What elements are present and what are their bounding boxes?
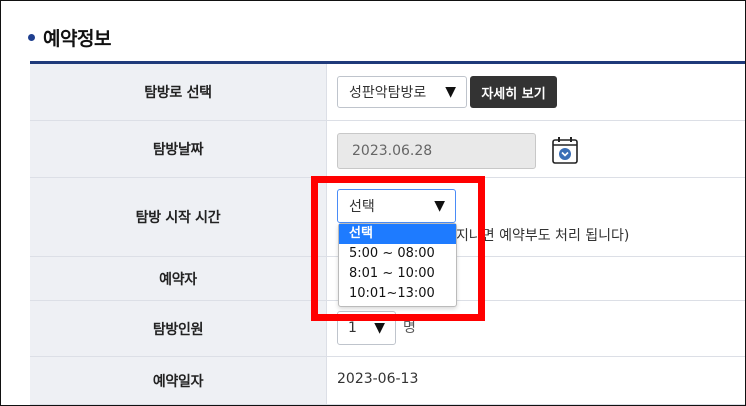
bullet-icon: [28, 33, 35, 41]
start-time-select[interactable]: 선택 ▼: [337, 189, 456, 223]
row-people: 탐방인원 1 ▼: [30, 301, 745, 357]
people-select[interactable]: 1 ▼: [337, 311, 396, 345]
route-label: 탐방로 선택: [30, 64, 327, 120]
row-date: 탐방날짜 2023.06.28: [30, 121, 745, 178]
section-header: 예약정보: [28, 20, 111, 54]
chevron-down-icon: ▼: [374, 320, 385, 336]
reserve-date-label: 예약일자: [30, 357, 327, 404]
people-unit: 명: [403, 320, 416, 336]
row-reserve-date: 예약일자 2023-06-13: [30, 357, 745, 405]
dropdown-option[interactable]: 8:01 ~ 10:00: [339, 264, 456, 284]
start-time-select-value: 선택: [349, 199, 375, 215]
start-time-note: 지나면 예약부도 처리 됩니다): [456, 228, 630, 244]
reserver-label: 예약자: [30, 257, 327, 300]
route-select[interactable]: 성판악탐방로 ▼: [337, 76, 467, 108]
route-select-value: 성판악탐방로: [349, 85, 427, 101]
calendar-icon[interactable]: [552, 136, 578, 168]
date-value-cell: 2023.06.28: [327, 121, 745, 177]
reserve-date-value: 2023-06-13: [337, 371, 419, 387]
people-select-value: 1: [348, 320, 357, 336]
chevron-down-icon: ▼: [434, 198, 445, 214]
start-time-label: 탐방 시작 시간: [30, 178, 327, 256]
date-label: 탐방날짜: [30, 121, 327, 177]
dropdown-option[interactable]: 선택: [339, 224, 456, 244]
start-time-dropdown[interactable]: 선택 5:00 ~ 08:00 8:01 ~ 10:00 10:01~13:00: [338, 223, 457, 307]
route-value-cell: 성판악탐방로 ▼ 자세히 보기: [327, 64, 745, 120]
reserve-date-value-cell: 2023-06-13: [327, 357, 745, 404]
section-title: 예약정보: [43, 27, 111, 50]
people-label: 탐방인원: [30, 301, 327, 356]
row-route: 탐방로 선택 성판악탐방로 ▼ 자세히 보기: [30, 64, 745, 121]
dropdown-option[interactable]: 5:00 ~ 08:00: [339, 244, 456, 264]
detail-button[interactable]: 자세히 보기: [470, 76, 557, 108]
date-input[interactable]: 2023.06.28: [337, 133, 536, 169]
dropdown-option[interactable]: 10:01~13:00: [339, 284, 456, 304]
chevron-down-icon: ▼: [445, 84, 456, 100]
people-value-cell: 1 ▼: [327, 301, 745, 356]
